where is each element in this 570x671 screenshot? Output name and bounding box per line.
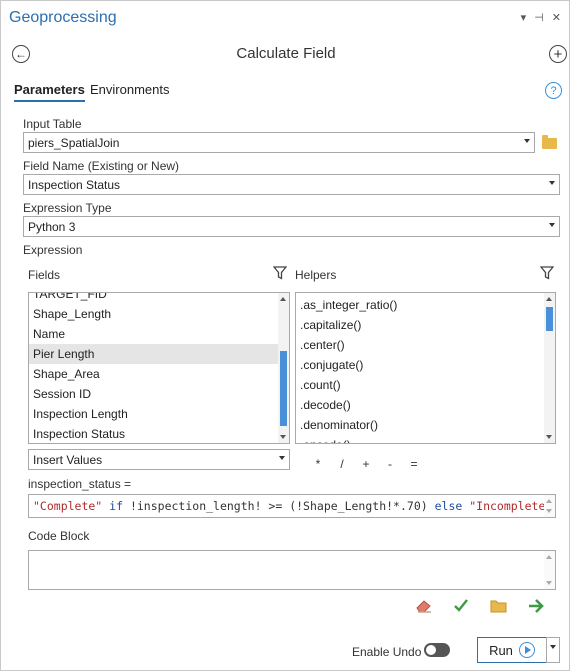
helpers-label: Helpers xyxy=(295,268,337,282)
expression-condition: !inspection_length! >= (!Shape_Length!*.… xyxy=(129,499,435,513)
fields-scrollbar[interactable] xyxy=(278,293,289,443)
chevron-down-icon xyxy=(524,139,530,143)
close-icon[interactable]: ✕ xyxy=(552,11,561,24)
list-item-selected[interactable]: Pier Length xyxy=(29,344,278,364)
list-item[interactable]: Shape_Area xyxy=(29,364,278,384)
list-item[interactable]: Inspection Status xyxy=(29,424,278,443)
scroll-down-icon[interactable] xyxy=(546,581,552,585)
help-icon[interactable]: ? xyxy=(545,82,562,99)
expression-target-label: inspection_status = xyxy=(28,477,132,491)
chevron-down-icon xyxy=(279,456,285,460)
chevron-down-icon xyxy=(549,181,555,185)
expression-string: "Incomplete" xyxy=(469,499,553,513)
list-item[interactable]: Shape_Length xyxy=(29,304,278,324)
code-block-label: Code Block xyxy=(28,529,90,543)
insert-values-combo[interactable]: Insert Values xyxy=(28,449,290,470)
field-name-value: Inspection Status xyxy=(28,178,121,192)
fields-list[interactable]: TARGET_FID Shape_Length Name Pier Length… xyxy=(28,292,290,444)
pane-menu-icon[interactable]: ▾ xyxy=(521,11,527,24)
list-item[interactable]: .encode() xyxy=(296,435,544,443)
eraser-icon[interactable] xyxy=(415,598,433,614)
scroll-down-icon[interactable] xyxy=(546,435,552,439)
list-item[interactable]: .center() xyxy=(296,335,544,355)
helpers-scrollbar[interactable] xyxy=(544,293,555,443)
insert-values-label: Insert Values xyxy=(33,453,103,467)
expression-string: "Complete" xyxy=(33,499,103,513)
helpers-filter-icon[interactable] xyxy=(540,266,554,280)
scroll-up-icon[interactable] xyxy=(546,499,552,503)
tool-title: Calculate Field xyxy=(236,45,336,62)
list-item[interactable]: Name xyxy=(29,324,278,344)
fields-filter-icon[interactable] xyxy=(273,266,287,280)
export-arrow-icon[interactable] xyxy=(528,598,546,614)
divide-operator-button[interactable]: / xyxy=(330,457,354,471)
fields-label: Fields xyxy=(28,268,61,282)
list-item[interactable]: .denominator() xyxy=(296,415,544,435)
list-item[interactable]: Session ID xyxy=(29,384,278,404)
multiply-operator-button[interactable]: * xyxy=(306,457,330,471)
expression-scrollbar[interactable] xyxy=(544,495,555,517)
browse-folder-icon[interactable] xyxy=(542,135,557,149)
open-folder-icon[interactable] xyxy=(490,599,508,613)
scroll-down-icon[interactable] xyxy=(280,435,286,439)
tab-parameters[interactable]: Parameters xyxy=(14,82,85,102)
helpers-list[interactable]: .as_integer_ratio() .capitalize() .cente… xyxy=(295,292,556,444)
list-item[interactable]: .conjugate() xyxy=(296,355,544,375)
code-block-editor[interactable] xyxy=(28,550,556,590)
list-item[interactable]: TARGET_FID xyxy=(29,293,278,304)
expression-editor[interactable]: "Complete" if !inspection_length! >= (!S… xyxy=(28,494,556,518)
scroll-thumb[interactable] xyxy=(546,307,553,331)
list-item[interactable]: .as_integer_ratio() xyxy=(296,295,544,315)
scroll-thumb[interactable] xyxy=(280,351,287,426)
run-play-icon xyxy=(518,642,535,658)
enable-undo-toggle[interactable] xyxy=(424,643,450,657)
geoprocessing-pane: Geoprocessing ▾ ⊣ ✕ ← Calculate Field + … xyxy=(0,0,570,671)
chevron-down-icon xyxy=(549,223,555,227)
expression-type-value: Python 3 xyxy=(28,220,76,234)
field-name-combo[interactable]: Inspection Status xyxy=(23,174,560,195)
expression-label: Expression xyxy=(23,243,83,257)
pin-icon[interactable]: ⊣ xyxy=(534,11,544,24)
expression-keyword: else xyxy=(434,499,470,513)
subtract-operator-button[interactable]: - xyxy=(378,457,402,471)
list-item[interactable]: Inspection Length xyxy=(29,404,278,424)
run-label: Run xyxy=(489,642,513,658)
expression-keyword: if xyxy=(102,499,130,513)
run-button[interactable]: Run xyxy=(477,637,547,663)
run-options-dropdown[interactable] xyxy=(546,637,560,663)
input-table-label: Input Table xyxy=(23,117,82,131)
operator-buttons: * / + - = xyxy=(306,457,426,471)
add-icon[interactable]: + xyxy=(549,45,567,63)
add-operator-button[interactable]: + xyxy=(354,457,378,471)
scroll-up-icon[interactable] xyxy=(546,555,552,559)
scroll-up-icon[interactable] xyxy=(546,297,552,301)
scroll-up-icon[interactable] xyxy=(280,297,286,301)
expression-type-label: Expression Type xyxy=(23,201,112,215)
pane-controls: ▾ ⊣ ✕ xyxy=(521,11,561,24)
code-block-scrollbar[interactable] xyxy=(544,551,555,589)
expression-type-combo[interactable]: Python 3 xyxy=(23,216,560,237)
field-name-label: Field Name (Existing or New) xyxy=(23,159,180,173)
enable-undo-label: Enable Undo xyxy=(352,645,422,659)
input-table-value: piers_SpatialJoin xyxy=(28,136,120,150)
input-table-combo[interactable]: piers_SpatialJoin xyxy=(23,132,535,153)
pane-title: Geoprocessing xyxy=(9,9,117,26)
list-item[interactable]: .count() xyxy=(296,375,544,395)
tab-environments[interactable]: Environments xyxy=(90,82,169,100)
list-item[interactable]: .capitalize() xyxy=(296,315,544,335)
verify-check-icon[interactable] xyxy=(453,598,469,613)
equals-operator-button[interactable]: = xyxy=(402,457,426,471)
list-item[interactable]: .decode() xyxy=(296,395,544,415)
scroll-down-icon[interactable] xyxy=(546,509,552,513)
